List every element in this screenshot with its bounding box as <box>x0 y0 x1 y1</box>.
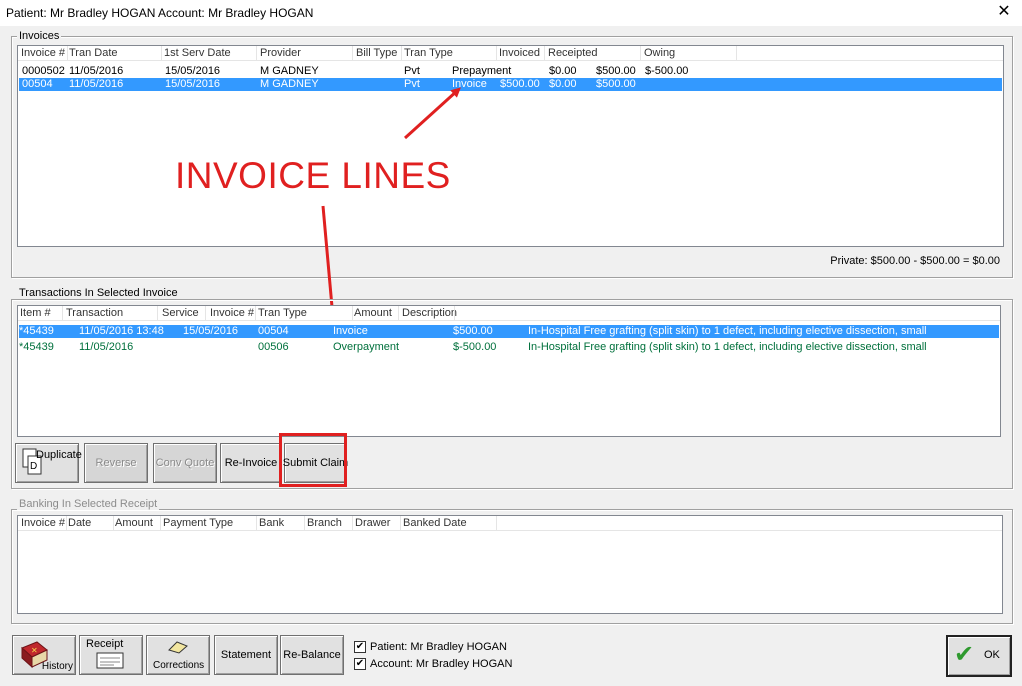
tran-type: Overpayment <box>333 341 400 353</box>
description: In-Hospital Free grafting (split skin) t… <box>528 341 927 353</box>
amount: $500.00 <box>453 325 493 337</box>
duplicate-label: Duplicate <box>36 449 82 461</box>
transactions-legend: Transactions In Selected Invoice <box>17 287 180 299</box>
reverse-label: Reverse <box>95 457 137 469</box>
rebalance-button[interactable]: Re-Balance <box>280 635 344 675</box>
col-branch[interactable]: Branch <box>307 517 342 529</box>
receipt-label: Receipt <box>86 638 124 650</box>
history-label: History <box>41 661 73 672</box>
transaction-row-selected[interactable]: *45439 11/05/2016 13:48 15/05/2016 00504… <box>19 325 999 338</box>
corrections-button[interactable]: Corrections <box>146 635 210 675</box>
col-invoice-no[interactable]: Invoice # <box>21 517 65 529</box>
item-no: *45439 <box>19 325 54 337</box>
banking-list[interactable]: Invoice # Date Amount Payment Type Bank … <box>17 515 1003 614</box>
invoice-no: 00504 <box>258 325 289 337</box>
amount: $-500.00 <box>453 341 497 353</box>
svg-text:D: D <box>30 461 37 472</box>
arrow-to-invoice-row <box>403 87 461 140</box>
col-amount[interactable]: Amount <box>115 517 153 529</box>
ok-check-icon: ✔ <box>954 641 975 668</box>
statement-button[interactable]: Statement <box>214 635 278 675</box>
tran-type: Invoice <box>333 325 368 337</box>
col-invoice-no[interactable]: Invoice # <box>210 307 254 319</box>
history-button[interactable]: ✕ History <box>12 635 76 675</box>
transaction-date: 11/05/2016 <box>79 341 134 353</box>
account-checkbox-label: Account: Mr Bradley HOGAN <box>370 658 513 670</box>
item-no: *45439 <box>19 341 54 353</box>
invoice-no: 00506 <box>258 341 289 353</box>
conv-quote-button[interactable]: Conv Quote <box>153 443 217 483</box>
ok-button[interactable]: ✔ OK <box>946 635 1012 677</box>
col-payment-type[interactable]: Payment Type <box>163 517 233 529</box>
svg-text:✕: ✕ <box>31 646 38 655</box>
col-item-no[interactable]: Item # <box>20 307 51 319</box>
banking-legend: Banking In Selected Receipt <box>17 498 160 510</box>
banking-header: Invoice # Date Amount Payment Type Bank … <box>18 516 1002 531</box>
patient-checkbox[interactable]: ✔ <box>354 641 366 653</box>
reverse-button[interactable]: Reverse <box>84 443 148 483</box>
col-amount[interactable]: Amount <box>354 307 392 319</box>
transactions-list[interactable]: Item # Transaction Service Invoice # Tra… <box>17 305 1001 437</box>
eraser-icon <box>168 641 188 654</box>
transaction-date: 11/05/2016 13:48 <box>79 325 164 337</box>
transactions-header: Item # Transaction Service Invoice # Tra… <box>18 306 1000 321</box>
col-service[interactable]: Service <box>162 307 199 319</box>
account-checkbox[interactable]: ✔ <box>354 658 366 670</box>
service-date: 15/05/2016 <box>183 325 239 337</box>
statement-label: Statement <box>220 649 272 661</box>
conv-quote-label: Conv Quote <box>155 457 215 469</box>
transaction-row[interactable]: *45439 11/05/2016 00506 Overpayment $-50… <box>19 341 999 354</box>
ok-label: OK <box>984 649 1000 661</box>
col-transaction[interactable]: Transaction <box>66 307 123 319</box>
description: In-Hospital Free grafting (split skin) t… <box>528 325 927 337</box>
receipt-button[interactable]: Receipt <box>79 635 143 675</box>
reinvoice-label: Re-Invoice <box>224 457 278 469</box>
receipt-icon <box>96 652 124 669</box>
col-description[interactable]: Description <box>402 307 457 319</box>
col-drawer[interactable]: Drawer <box>355 517 390 529</box>
submit-claim-highlight <box>279 433 347 487</box>
col-bank[interactable]: Bank <box>259 517 284 529</box>
col-date[interactable]: Date <box>68 517 91 529</box>
rebalance-label: Re-Balance <box>283 649 341 661</box>
patient-checkbox-label: Patient: Mr Bradley HOGAN <box>370 641 507 653</box>
duplicate-button[interactable]: D Duplicate <box>15 443 82 483</box>
col-tran-type[interactable]: Tran Type <box>258 307 307 319</box>
corrections-label: Corrections <box>153 660 205 671</box>
col-banked-date[interactable]: Banked Date <box>403 517 467 529</box>
reinvoice-button[interactable]: Re-Invoice <box>220 443 282 483</box>
